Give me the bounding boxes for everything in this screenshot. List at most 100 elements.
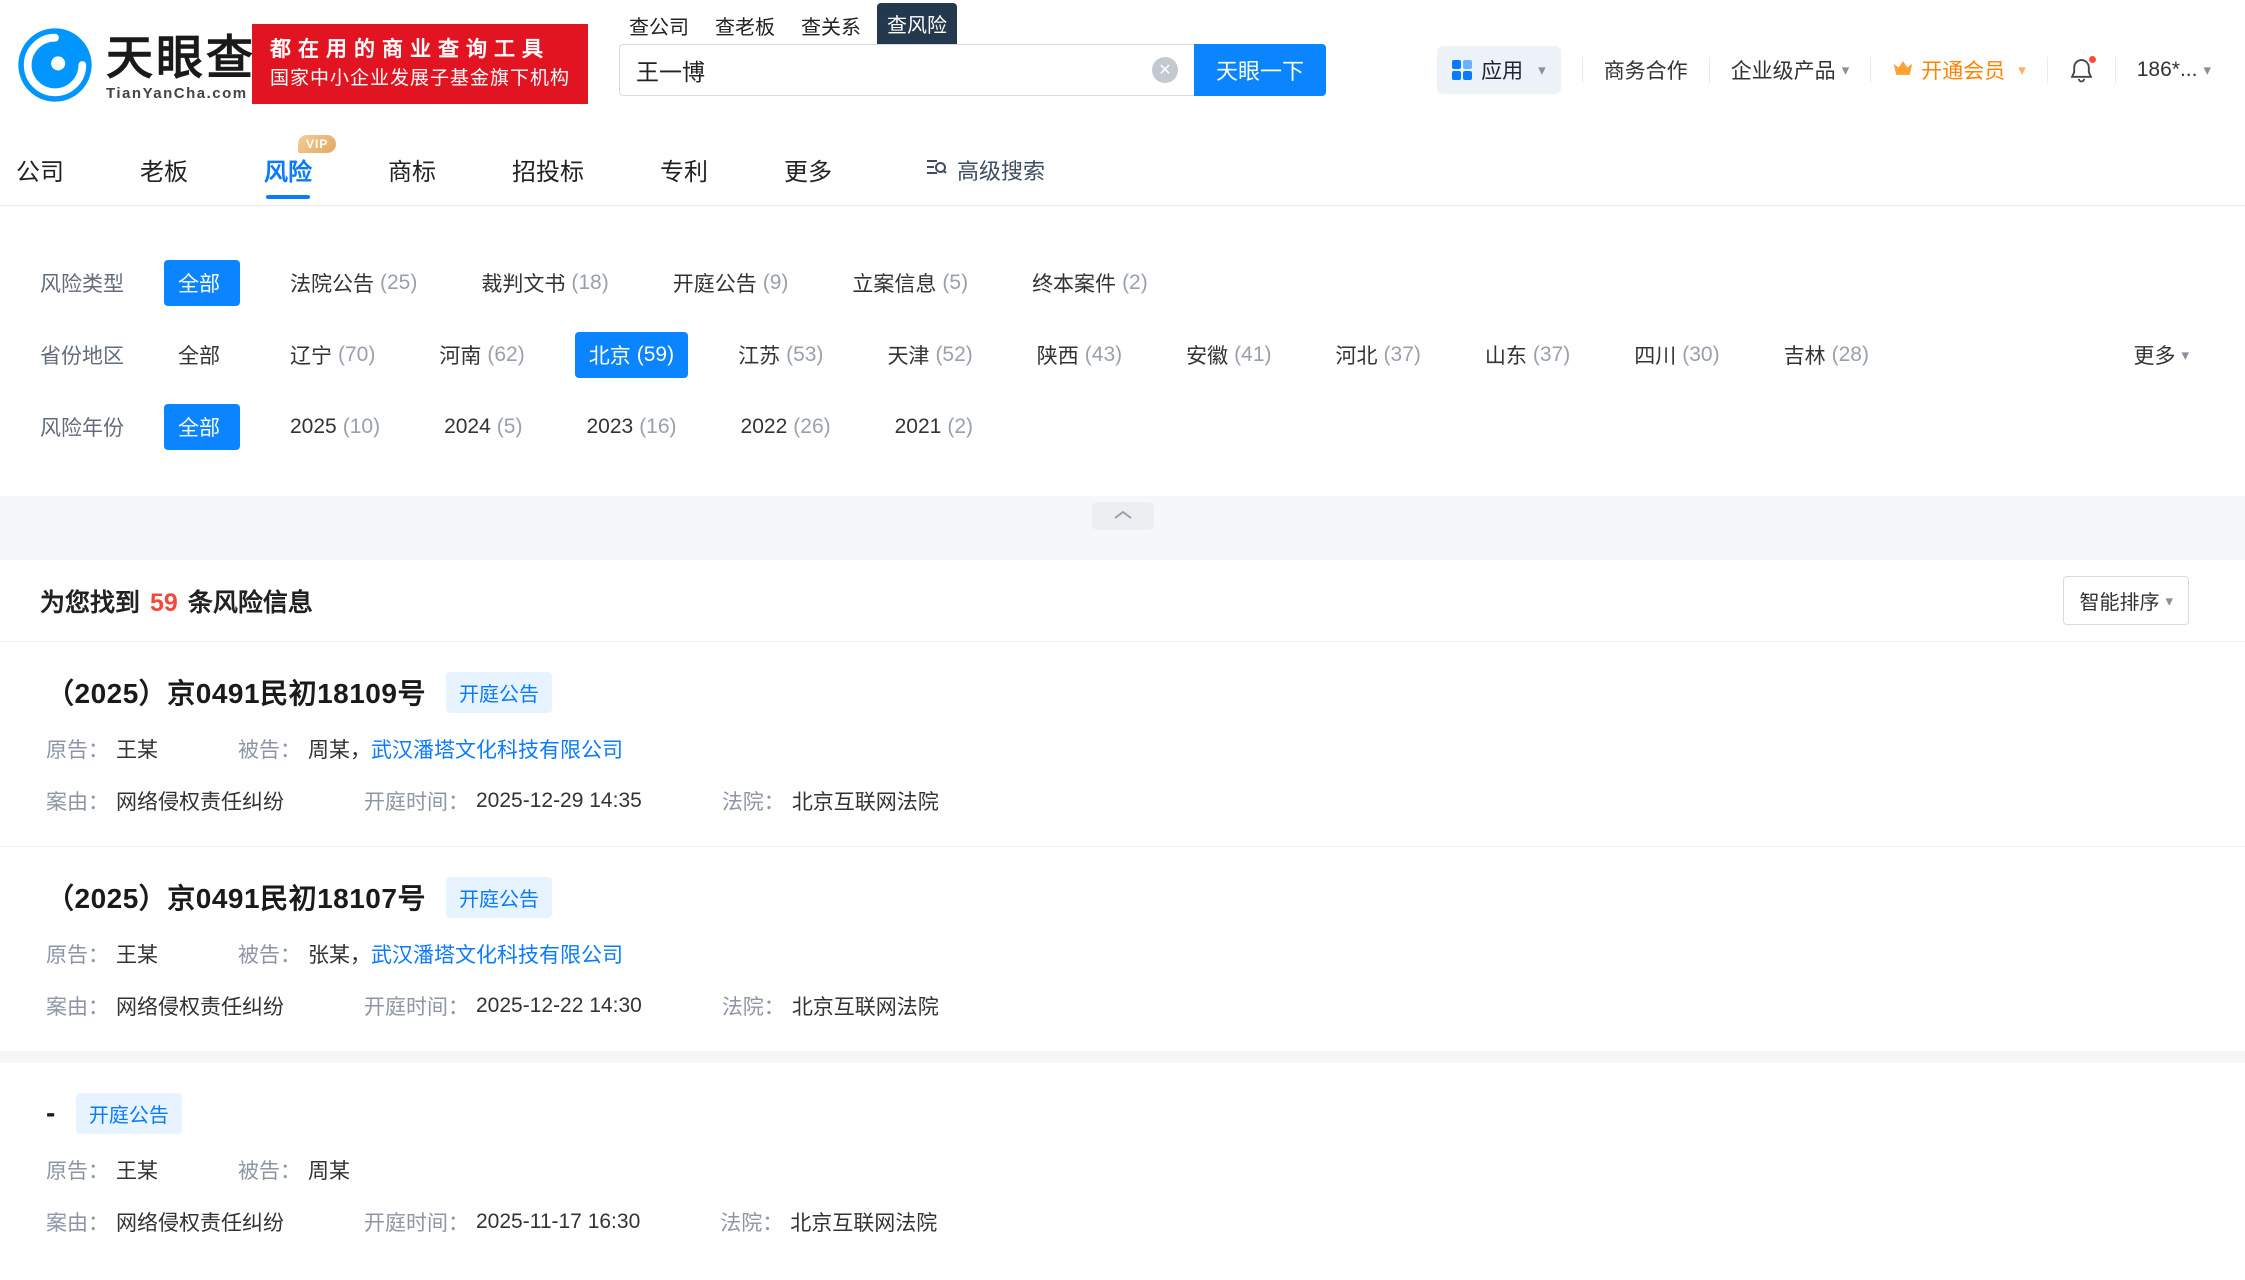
user-account-menu[interactable]: 186*... ▾ (2137, 58, 2211, 82)
vip-upgrade-link[interactable]: 开通会员 ▾ (1892, 55, 2026, 85)
cause-value: 网络侵权责任纠纷 (116, 991, 284, 1021)
filter-chip[interactable]: 辽宁(70) (276, 332, 389, 378)
summary-prefix: 为您找到 (40, 589, 140, 617)
nav-item-patent[interactable]: 专利 (660, 134, 708, 206)
tianyancha-logo-icon (16, 26, 94, 109)
filter-chip[interactable]: 终本案件(2) (1018, 260, 1162, 306)
hearing-time-label: 开庭时间： (364, 1207, 469, 1237)
court-label: 法院： (720, 1207, 783, 1237)
nav-item-bidding[interactable]: 招投标 (512, 134, 584, 206)
divider (1870, 57, 1871, 83)
filter-chip[interactable]: 2023(16) (572, 407, 690, 447)
tab-search-relation[interactable]: 查关系 (791, 7, 871, 44)
defendant-label: 被告： (238, 734, 301, 764)
chevron-down-icon: ▾ (2165, 592, 2173, 610)
notification-dot (2087, 54, 2098, 65)
nav-item-trademark[interactable]: 商标 (388, 134, 436, 206)
filter-chip[interactable]: 山东(37) (1471, 332, 1584, 378)
smart-sort-label: 智能排序 (2079, 586, 2159, 615)
apps-button[interactable]: 应用 ▾ (1437, 46, 1561, 94)
filter-row-risk-type: 风险类型 全部 法院公告(25) 裁判文书(18) 开庭公告(9) 立案信息(5… (40, 260, 2189, 306)
filter-chip[interactable]: 法院公告(25) (276, 260, 431, 306)
summary-suffix: 条风险信息 (188, 589, 313, 617)
top-header: 天眼查 TianYanCha.com 都在用的商业查询工具 国家中小企业发展子基… (0, 0, 2245, 134)
divider (2115, 57, 2116, 83)
plaintiff-label: 原告： (46, 1155, 109, 1185)
advanced-search-button[interactable]: 高级搜索 (924, 154, 1045, 186)
cause-label: 案由： (46, 1207, 109, 1237)
filter-chip[interactable]: 开庭公告(9) (659, 260, 803, 306)
filter-chip[interactable]: 2025(10) (276, 407, 394, 447)
cause-value: 网络侵权责任纠纷 (116, 786, 284, 816)
cause-label: 案由： (46, 786, 109, 816)
clear-search-icon[interactable]: ✕ (1152, 57, 1178, 83)
filter-chip[interactable]: 2024(5) (430, 407, 536, 447)
defendant-company-link[interactable]: 武汉潘塔文化科技有限公司 (371, 939, 623, 969)
crown-icon (1892, 58, 1914, 83)
notification-bell-icon[interactable] (2069, 57, 2094, 84)
tab-search-boss[interactable]: 查老板 (705, 7, 785, 44)
filter-chip[interactable]: 四川(30) (1620, 332, 1733, 378)
chevron-down-icon: ▾ (1538, 61, 1546, 79)
filter-chip[interactable]: 全部 (164, 404, 240, 450)
nav-item-boss[interactable]: 老板 (140, 134, 188, 206)
filter-chip[interactable]: 立案信息(5) (838, 260, 982, 306)
case-number[interactable]: （2025）京0491民初18107号 (46, 877, 426, 917)
filter-chip[interactable]: 安徽(41) (1172, 332, 1285, 378)
results-summary: 为您找到 59 条风险信息 (40, 583, 313, 619)
filter-chip[interactable]: 江苏(53) (724, 332, 837, 378)
results-count: 59 (150, 589, 178, 617)
defendant-label: 被告： (238, 1155, 301, 1185)
filter-chip[interactable]: 2022(26) (727, 407, 845, 447)
apps-grid-icon (1452, 60, 1472, 80)
filter-chip[interactable]: 河南(62) (425, 332, 538, 378)
defendant-company-link[interactable]: 武汉潘塔文化科技有限公司 (371, 734, 623, 764)
court-value: 北京互联网法院 (790, 1207, 937, 1237)
chevron-down-icon: ▾ (1842, 61, 1850, 79)
case-number[interactable]: - (46, 1097, 56, 1129)
filter-label: 风险年份 (40, 412, 164, 442)
plaintiff-label: 原告： (46, 939, 109, 969)
filter-chip[interactable]: 全部 (164, 332, 240, 378)
case-list-item: （2025）京0491民初18109号 开庭公告 原告：王某 被告：周某，武汉潘… (0, 642, 2245, 846)
case-list-item: （2025）京0491民初18107号 开庭公告 原告：王某 被告：张某，武汉潘… (0, 847, 2245, 1051)
filter-chip[interactable]: 2021(2) (881, 407, 987, 447)
filter-chip[interactable]: 北京(59) (575, 332, 688, 378)
filter-chip[interactable]: 全部 (164, 260, 240, 306)
enterprise-products-label: 企业级产品 (1731, 55, 1836, 85)
search-input[interactable] (636, 57, 1152, 84)
filter-row-province: 省份地区 全部 辽宁(70) 河南(62) 北京(59) 江苏(53) 天津(5… (40, 332, 2189, 378)
search-button[interactable]: 天眼一下 (1194, 44, 1326, 96)
filter-chip[interactable]: 裁判文书(18) (467, 260, 622, 306)
filter-chip[interactable]: 吉林(28) (1770, 332, 1883, 378)
search-type-tabs: 查公司 查老板 查关系 查风险 (619, 10, 1326, 44)
tianyancha-logo[interactable]: 天眼查 TianYanCha.com (16, 26, 256, 109)
filter-chip[interactable]: 河北(37) (1322, 332, 1435, 378)
tab-search-risk[interactable]: 查风险 (877, 3, 957, 44)
hearing-time-value: 2025-12-22 14:30 (476, 994, 642, 1018)
user-account-label: 186*... (2137, 58, 2198, 82)
nav-item-risk[interactable]: 风险 VIP (264, 134, 312, 206)
filter-chip[interactable]: 天津(52) (873, 332, 986, 378)
results-header: 为您找到 59 条风险信息 智能排序 ▾ (0, 560, 2245, 642)
hearing-time-value: 2025-12-29 14:35 (476, 789, 642, 813)
cause-value: 网络侵权责任纠纷 (116, 1207, 284, 1237)
smart-sort-button[interactable]: 智能排序 ▾ (2063, 576, 2189, 625)
case-number[interactable]: （2025）京0491民初18109号 (46, 672, 426, 712)
nav-item-risk-label: 风险 (264, 152, 312, 187)
collapse-filters-button[interactable] (1092, 502, 1154, 530)
nav-item-company[interactable]: 公司 (16, 134, 64, 206)
search-box[interactable]: ✕ (619, 44, 1194, 96)
tab-search-company[interactable]: 查公司 (619, 7, 699, 44)
enterprise-products-link[interactable]: 企业级产品 ▾ (1731, 55, 1850, 85)
defendant-label: 被告： (238, 939, 301, 969)
divider (1582, 57, 1583, 83)
court-label: 法院： (722, 786, 785, 816)
more-provinces-button[interactable]: 更多 ▾ (2133, 340, 2189, 370)
nav-item-more[interactable]: 更多 (784, 134, 832, 206)
promo-line2: 国家中小企业发展子基金旗下机构 (270, 65, 570, 93)
business-coop-link[interactable]: 商务合作 (1604, 55, 1688, 85)
filter-chip[interactable]: 陕西(43) (1023, 332, 1136, 378)
divider (1709, 57, 1710, 83)
defendant-person: 张某， (308, 939, 371, 969)
